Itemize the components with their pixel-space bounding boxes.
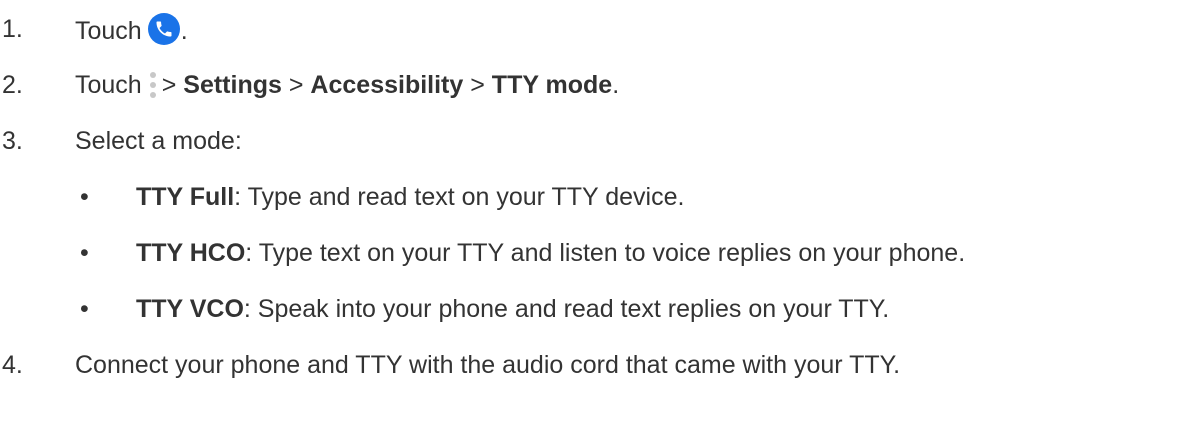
step-text: Select a mode: — [75, 127, 242, 155]
separator: > — [161, 71, 177, 99]
bullet: • — [80, 239, 89, 267]
mode-text: TTY HCO: Type text on your TTY and liste… — [136, 237, 965, 269]
menu-path-accessibility: Accessibility — [310, 71, 464, 99]
step-number: 2. — [2, 71, 23, 99]
bullet: • — [80, 295, 89, 323]
bullet: • — [80, 183, 89, 211]
step-label: Touch — [75, 71, 142, 99]
step-end: . — [180, 17, 188, 45]
mode-text: TTY VCO: Speak into your phone and read … — [136, 293, 889, 325]
menu-path-settings: Settings — [183, 71, 282, 99]
mode-description: : Speak into your phone and read text re… — [243, 295, 890, 323]
mode-description: : Type text on your TTY and listen to vo… — [245, 239, 966, 267]
menu-path-tty-mode: TTY mode — [491, 71, 613, 99]
phone-icon — [147, 13, 180, 45]
mode-description: : Type and read text on your TTY device. — [234, 183, 685, 211]
more-vertical-icon — [148, 71, 158, 99]
step-end: . — [612, 71, 620, 99]
separator: > — [288, 71, 304, 99]
mode-text: TTY Full: Type and read text on your TTY… — [136, 181, 684, 213]
step-text: Touch. — [75, 13, 188, 47]
step-text: Touch > Settings > Accessibility > TTY mo… — [75, 69, 619, 101]
step-number: 4. — [2, 351, 23, 379]
separator: > — [470, 71, 485, 99]
step-number: 3. — [2, 127, 23, 155]
step-label: Touch — [75, 17, 142, 45]
mode-name: TTY VCO — [136, 295, 244, 323]
step-text: Connect your phone and TTY with the audi… — [75, 351, 901, 379]
mode-name: TTY HCO — [136, 239, 246, 267]
step-number: 1. — [2, 15, 23, 43]
mode-name: TTY Full — [136, 183, 235, 211]
